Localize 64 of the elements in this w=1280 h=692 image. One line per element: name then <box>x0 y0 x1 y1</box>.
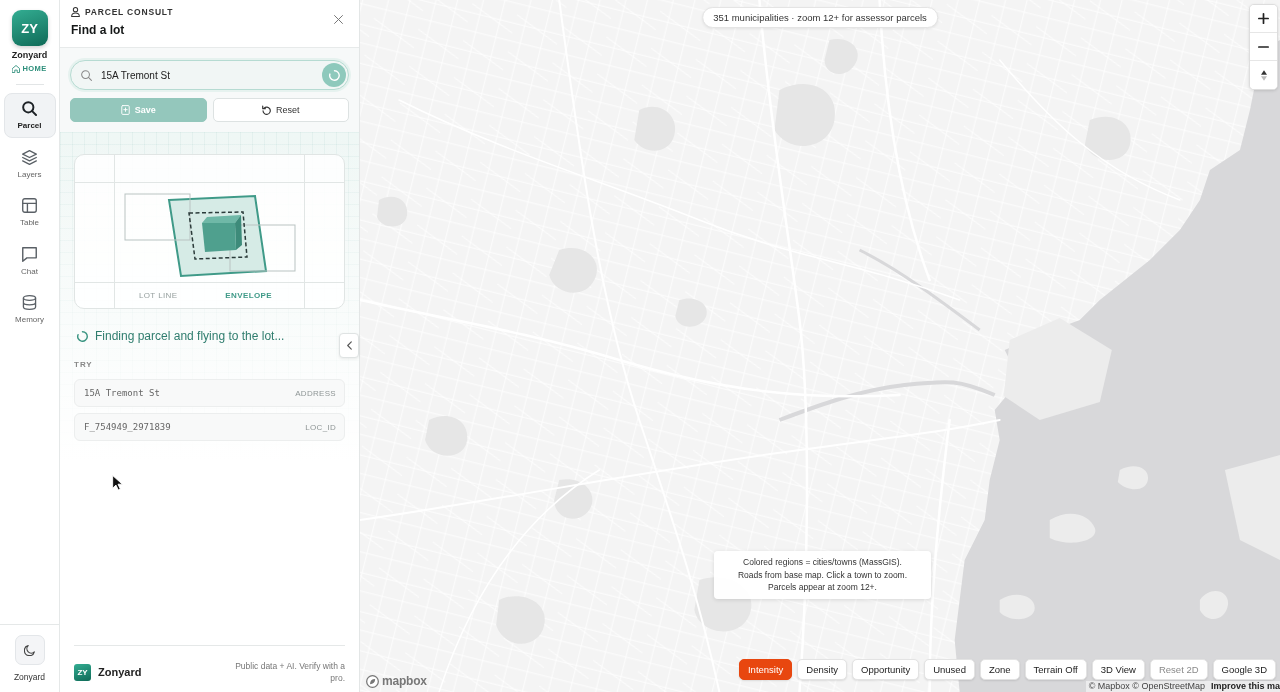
reset-button[interactable]: Reset <box>212 98 349 122</box>
panel-title: Find a lot <box>71 22 126 38</box>
rotate-left-icon <box>262 105 271 115</box>
chat-bubble-icon <box>22 246 37 262</box>
suggestion-item[interactable]: F_754949_2971839 LOC_ID <box>74 413 345 441</box>
status-message: Finding parcel and flying to the lot... <box>95 328 285 345</box>
minus-icon <box>1258 45 1269 48</box>
rail-nav-item[interactable]: Layers <box>3 141 56 187</box>
zoom-out-button[interactable] <box>1250 33 1277 61</box>
brand-name: Zonyard <box>13 672 46 683</box>
map-control-button[interactable]: Google 3D <box>1212 659 1276 680</box>
section-label: TRY <box>74 360 94 370</box>
person-icon <box>71 7 80 17</box>
map-control-button[interactable]: Intensity <box>738 659 793 680</box>
brand-name: Zonyard <box>11 50 48 61</box>
plus-icon <box>1258 13 1269 24</box>
collapse-panel-button[interactable] <box>339 333 359 358</box>
building-massing <box>202 215 242 252</box>
map-control-button[interactable]: 3D View <box>1091 659 1145 680</box>
app-logo[interactable]: ZY <box>11 10 48 46</box>
compass-icon <box>1260 69 1267 81</box>
lot-line-label: LOT LINE <box>138 291 178 300</box>
close-icon <box>334 15 343 24</box>
suggestion-type-label: ADDRESS <box>295 388 336 398</box>
footer-logo: ZY <box>74 663 91 681</box>
map-control-button[interactable]: Unused <box>924 659 975 680</box>
search-icon <box>81 69 92 81</box>
database-icon <box>22 295 37 310</box>
search-icon <box>22 101 37 116</box>
suggestion-item[interactable]: 15A Tremont St ADDRESS <box>74 379 345 407</box>
layers-icon <box>22 149 37 165</box>
search-field[interactable]: 15A Tremont St <box>70 60 349 90</box>
setback-envelope <box>188 211 248 260</box>
map-legend-note: Colored regions = cities/towns (MassGIS). Roads from base map. Click a town to zoom. Parcels appear at zoom 12+. <box>714 551 931 599</box>
rail-nav-item[interactable]: Parcel <box>3 93 56 138</box>
map-control-button[interactable]: Zone <box>979 659 1020 680</box>
rail-nav-item[interactable]: Table <box>3 190 56 235</box>
envelope-label: ENVELOPE <box>225 291 273 300</box>
home-icon <box>12 65 21 73</box>
map-logo-text: mapbox <box>382 674 427 688</box>
chevron-left-icon <box>346 341 352 350</box>
close-button[interactable] <box>332 13 345 26</box>
pointer-cursor-icon <box>112 475 123 491</box>
attribution-text: © Mapbox © OpenStreetMap <box>1088 681 1205 692</box>
rail-nav-item[interactable]: Memory <box>3 287 56 332</box>
map-status-pill: 351 municipalities · zoom 12+ for assessor parcels <box>702 7 938 28</box>
loading-spinner-icon <box>328 69 340 81</box>
table-icon <box>22 198 37 213</box>
panel-eyebrow: PARCEL CONSULT <box>85 6 174 18</box>
map-control-button[interactable]: Terrain Off <box>1024 659 1087 680</box>
improve-map-link[interactable]: Improve this ma <box>1210 681 1280 692</box>
rail-nav-item[interactable]: Chat <box>3 238 56 284</box>
zoom-in-button[interactable] <box>1250 5 1277 33</box>
neighbor-lot <box>124 193 191 241</box>
moon-icon <box>24 644 35 656</box>
loading-spinner-icon <box>77 330 88 342</box>
theme-toggle-button[interactable] <box>14 635 45 665</box>
map-control-button[interactable]: Density <box>797 659 848 680</box>
suggestion-type-label: LOC_ID <box>305 422 336 432</box>
logo-icon <box>366 674 379 688</box>
footer-brand: Zonyard <box>98 666 142 678</box>
map-control-button[interactable]: Opportunity <box>852 659 920 680</box>
plus-square-icon <box>120 105 130 115</box>
disclaimer-text: Public data + AI. Verify with a pro. <box>234 660 345 684</box>
